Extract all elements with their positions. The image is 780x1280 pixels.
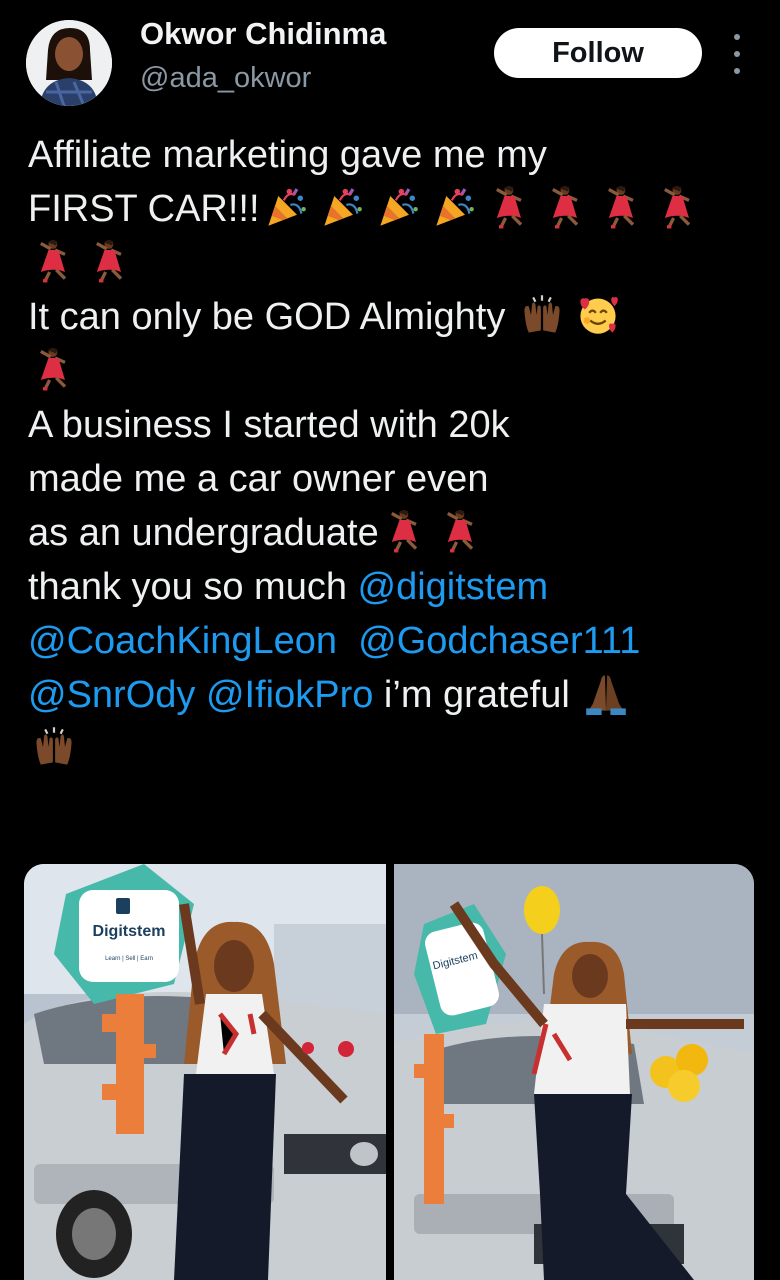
tweet-text-segment: made me a car owner even: [28, 458, 489, 500]
dancer-icon: [596, 185, 648, 229]
tweet-text-segment: Affiliate marketing gave me my: [28, 134, 547, 176]
mention-link[interactable]: @Godchaser111: [358, 620, 640, 662]
folded-hands-icon: [580, 671, 632, 715]
tweet-line: A business I started with 20k: [28, 398, 758, 452]
dancer-icon: [652, 185, 704, 229]
party-popper-icon: [428, 185, 480, 229]
avatar[interactable]: [26, 20, 112, 106]
dancer-icon: [379, 509, 431, 553]
mention-link[interactable]: @IfiokPro: [206, 674, 373, 716]
tweet-line: [28, 722, 758, 776]
dancer-icon: [484, 185, 536, 229]
tweet-text-segment: i’m grateful: [373, 674, 570, 716]
raising-hands-icon: [516, 293, 568, 337]
tweet-line: FIRST CAR!!!: [28, 182, 758, 236]
key-tagline-label: Learn | Sell | Earn: [105, 956, 153, 962]
tweet-media: Digitstem Learn | Sell | Earn Digitstem: [24, 864, 754, 1280]
mention-link[interactable]: @CoachKingLeon: [28, 620, 337, 662]
key-brand-label: Digitstem: [93, 923, 166, 940]
more-options-icon[interactable]: [728, 34, 746, 74]
raising-hands-icon: [28, 725, 80, 769]
dancer-icon: [435, 509, 487, 553]
tweet-line: It can only be GOD Almighty: [28, 290, 758, 344]
party-popper-icon: [372, 185, 424, 229]
tweet-line: as an undergraduate: [28, 506, 758, 560]
dancer-icon: [28, 347, 80, 391]
mention-link[interactable]: @digitstem: [358, 566, 549, 608]
tweet-line: made me a car owner even: [28, 452, 758, 506]
tweet-text: Affiliate marketing gave me my FIRST CAR…: [28, 128, 758, 776]
tweet-text-segment: It can only be GOD Almighty: [28, 296, 506, 338]
tweet-line: Affiliate marketing gave me my: [28, 128, 758, 182]
user-handle[interactable]: @ada_okwor: [140, 62, 311, 95]
follow-button[interactable]: Follow: [494, 28, 702, 78]
tweet-line: thank you so much @digitstem: [28, 560, 758, 614]
tweet-text-segment: FIRST CAR!!!: [28, 188, 260, 230]
tweet-line: @SnrOdy @IfiokPro i’m grateful: [28, 668, 758, 722]
tweet-line: [28, 344, 758, 398]
dancer-icon: [28, 239, 80, 283]
media-photo-right[interactable]: Digitstem: [394, 864, 754, 1280]
smiling-face-with-hearts-icon: [572, 293, 624, 337]
tweet-text-segment: as an undergraduate: [28, 512, 379, 554]
mention-link[interactable]: @SnrOdy: [28, 674, 195, 716]
media-photo-left[interactable]: Digitstem Learn | Sell | Earn: [24, 864, 386, 1280]
tweet-text-segment: thank you so much: [28, 566, 358, 608]
tweet-line: [28, 236, 758, 290]
party-popper-icon: [260, 185, 312, 229]
dancer-icon: [540, 185, 592, 229]
tweet-header: Okwor Chidinma @ada_okwor Follow: [0, 0, 780, 120]
tweet-line: @CoachKingLeon @Godchaser111: [28, 614, 758, 668]
party-popper-icon: [316, 185, 368, 229]
dancer-icon: [84, 239, 136, 283]
display-name[interactable]: Okwor Chidinma: [140, 16, 386, 52]
tweet-text-segment: A business I started with 20k: [28, 404, 510, 446]
